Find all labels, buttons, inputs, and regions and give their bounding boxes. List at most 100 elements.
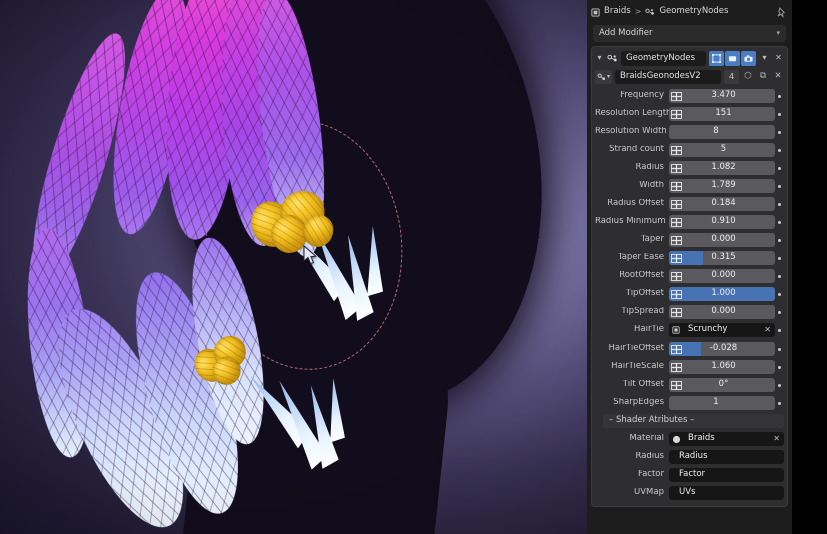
drag-handle-icon[interactable]: [669, 161, 684, 175]
property-value-text: 3.470: [711, 90, 736, 101]
property-value-slider[interactable]: 5: [669, 143, 775, 157]
property-value-slider[interactable]: 1.060: [669, 360, 775, 374]
property-label: HairTieScale: [611, 362, 664, 372]
input-socket-dot[interactable]: [775, 94, 784, 98]
unlink-node-group-icon[interactable]: ✕: [772, 71, 784, 81]
property-row-hairtie: HairTie Scrunchy ✕: [595, 322, 784, 338]
edit-mode-display-toggle[interactable]: [709, 51, 724, 66]
object-data-icon: [591, 7, 600, 17]
node-group-name-field[interactable]: BraidsGeonodesV2: [615, 70, 721, 84]
pin-icon[interactable]: [777, 6, 786, 18]
drag-handle-icon[interactable]: [669, 378, 684, 392]
drag-handle-icon[interactable]: [669, 143, 684, 157]
breadcrumb-modifier-name[interactable]: GeometryNodes: [659, 6, 728, 16]
property-value-slider[interactable]: 8: [669, 125, 775, 139]
property-value-text: 0°: [718, 379, 729, 390]
input-socket-dot[interactable]: [775, 112, 784, 116]
property-value-slider[interactable]: 3.470: [669, 89, 775, 103]
input-socket-dot[interactable]: [775, 274, 784, 278]
property-value-slider[interactable]: 0.000: [669, 305, 775, 319]
input-socket-dot[interactable]: [775, 130, 784, 134]
shader-attribute-field[interactable]: Radius: [669, 450, 784, 464]
property-row: Radius Offset 0.184: [595, 196, 784, 212]
hairtie-clear-button[interactable]: ✕: [764, 325, 771, 335]
property-row: RootOffset 0.000: [595, 268, 784, 284]
breadcrumb-object-name[interactable]: Braids: [604, 6, 631, 16]
property-value-text: 0.184: [711, 198, 736, 209]
render-display-toggle[interactable]: [741, 51, 756, 66]
modifier-name-field[interactable]: GeometryNodes: [621, 51, 706, 66]
input-socket-dot[interactable]: [775, 166, 784, 170]
node-group-users-count[interactable]: 4: [724, 70, 739, 84]
property-value-slider[interactable]: 0°: [669, 378, 775, 392]
property-row: SharpEdges 1: [595, 395, 784, 411]
property-value-slider[interactable]: 0.910: [669, 215, 775, 229]
property-value-slider[interactable]: -0.028: [669, 342, 775, 356]
input-socket-dot[interactable]: [775, 310, 784, 314]
drag-handle-icon[interactable]: [669, 107, 684, 121]
input-socket-dot[interactable]: [775, 202, 784, 206]
object-icon: [669, 323, 683, 337]
shader-attributes-list: Material Braids ✕ Radius Radius Factor Factor U…: [595, 431, 784, 501]
fake-user-shield-icon[interactable]: ⬡: [742, 71, 754, 81]
input-socket-dot[interactable]: [775, 347, 784, 351]
shader-attribute-field[interactable]: Braids ✕: [669, 432, 784, 446]
drag-handle-icon[interactable]: [669, 287, 684, 301]
property-value-slider[interactable]: 0.000: [669, 269, 775, 283]
property-value-text: 0.000: [711, 270, 736, 281]
property-value-slider[interactable]: 1.789: [669, 179, 775, 193]
modifier-close-button[interactable]: ✕: [773, 53, 784, 63]
input-socket-dot[interactable]: [775, 365, 784, 369]
property-value-slider[interactable]: 1.000: [669, 287, 775, 301]
input-socket-dot[interactable]: [775, 220, 784, 224]
property-value-slider[interactable]: 1.082: [669, 161, 775, 175]
property-value-slider[interactable]: 0.000: [669, 233, 775, 247]
drag-handle-icon[interactable]: [669, 360, 684, 374]
clear-material-button[interactable]: ✕: [773, 434, 780, 444]
property-value-slider[interactable]: 0.184: [669, 197, 775, 211]
drag-handle-icon[interactable]: [669, 179, 684, 193]
viewport-3d[interactable]: [0, 0, 587, 534]
chevron-down-icon: ▾: [606, 72, 610, 80]
property-label: Tilt Offset: [622, 380, 664, 390]
property-row: Taper Ease 0.315: [595, 250, 784, 266]
shader-attribute-field[interactable]: UVs: [669, 486, 784, 500]
property-value-slider[interactable]: 0.315: [669, 251, 775, 265]
drag-handle-icon[interactable]: [669, 197, 684, 211]
property-row: Radius Minimum 0.910: [595, 214, 784, 230]
drag-handle-icon[interactable]: [669, 89, 684, 103]
collapse-triangle-icon[interactable]: ▾: [595, 53, 604, 63]
drag-handle-icon[interactable]: [669, 269, 684, 283]
input-socket-dot[interactable]: [775, 184, 784, 188]
input-socket-dot[interactable]: [775, 256, 784, 260]
properties-editor[interactable]: Braids > GeometryNodes Add Modifier ▾ ▾: [587, 0, 792, 534]
input-socket-dot[interactable]: [775, 238, 784, 242]
property-value-text: 151: [715, 108, 732, 119]
drag-handle-icon[interactable]: [669, 342, 684, 356]
input-socket-dot[interactable]: [775, 328, 784, 332]
property-label: Resolution Width: [595, 127, 667, 137]
property-value-slider[interactable]: 151: [669, 107, 775, 121]
input-socket-dot[interactable]: [775, 148, 784, 152]
property-row: Radius 1.082: [595, 160, 784, 176]
add-modifier-dropdown[interactable]: Add Modifier ▾: [593, 25, 786, 42]
shader-attribute-field[interactable]: Factor: [669, 468, 784, 482]
drag-handle-icon[interactable]: [669, 233, 684, 247]
property-label: Radius: [635, 452, 664, 462]
duplicate-node-group-icon[interactable]: ⧉: [757, 71, 769, 81]
realtime-display-toggle[interactable]: [725, 51, 740, 66]
input-socket-dot[interactable]: [775, 383, 784, 387]
input-socket-dot[interactable]: [775, 292, 784, 296]
browse-node-group-icon[interactable]: ▾: [595, 70, 612, 84]
drag-handle-icon[interactable]: [669, 251, 684, 265]
shader-attribute-value: Braids: [688, 433, 715, 444]
property-value-slider[interactable]: 1: [669, 396, 775, 410]
drag-handle-icon[interactable]: [669, 215, 684, 229]
node-group-row: ▾ BraidsGeonodesV2 4 ⬡ ⧉ ✕: [595, 69, 784, 85]
input-socket-dot[interactable]: [775, 401, 784, 405]
hairtie-object-field[interactable]: Scrunchy ✕: [669, 323, 775, 337]
property-value-text: 1.789: [711, 180, 736, 191]
modifier-extras-dropdown[interactable]: ▾: [759, 53, 770, 63]
chevron-down-icon: ▾: [776, 28, 780, 37]
drag-handle-icon[interactable]: [669, 305, 684, 319]
